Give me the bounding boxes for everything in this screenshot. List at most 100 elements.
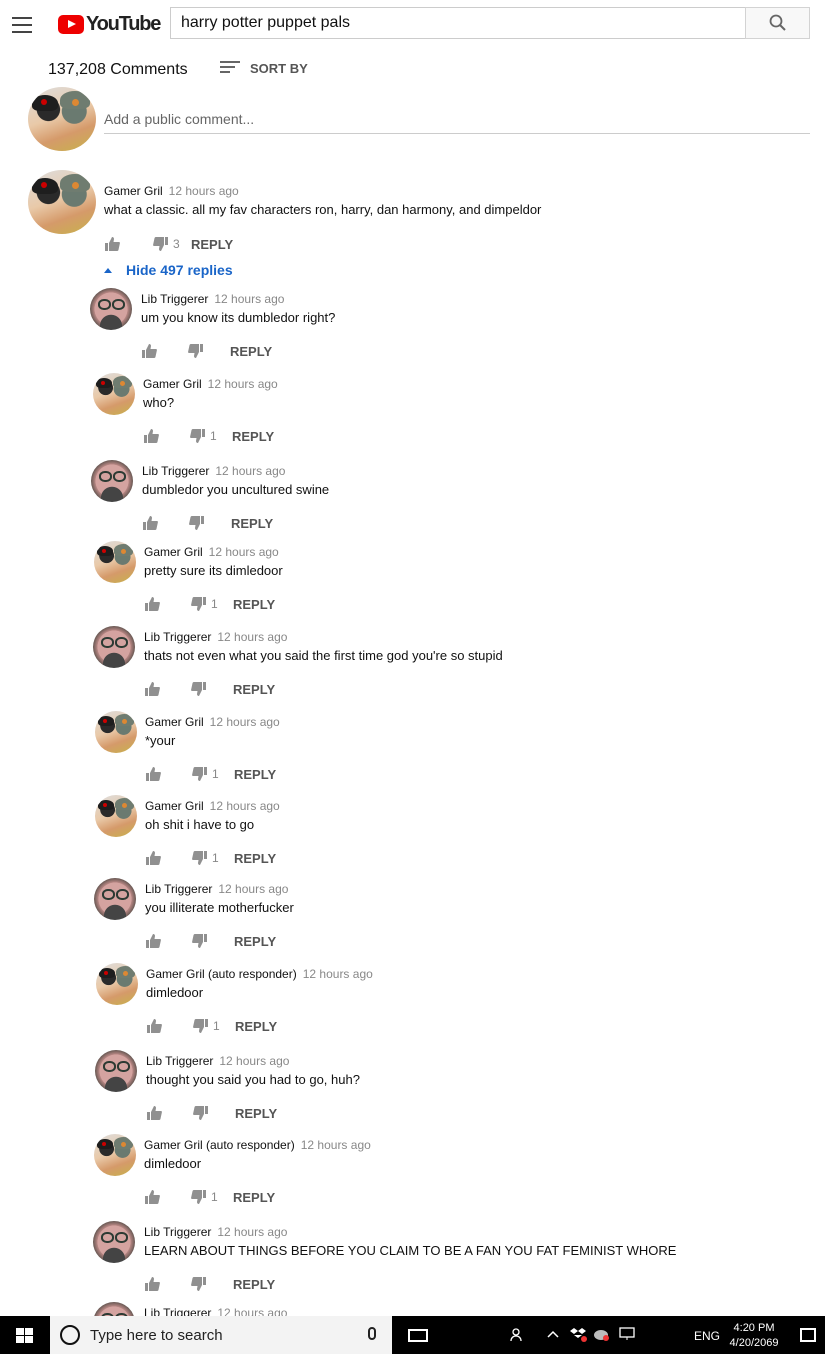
comment-author[interactable]: Lib Triggerer 12 hours ago <box>144 630 287 644</box>
windows-icon[interactable] <box>16 1328 33 1344</box>
comment-author[interactable]: Gamer Gril 12 hours ago <box>145 799 280 813</box>
reply-button[interactable]: REPLY <box>235 1019 277 1034</box>
network-status-icon[interactable] <box>593 1326 611 1345</box>
comment-author[interactable]: Lib Triggerer 12 hours ago <box>145 882 288 896</box>
thumbs-up-icon[interactable] <box>146 1019 162 1033</box>
reply-button[interactable]: REPLY <box>234 934 276 949</box>
dropbox-icon[interactable] <box>570 1326 588 1345</box>
avatar[interactable] <box>95 795 137 837</box>
search-input[interactable]: harry potter puppet pals <box>170 7 746 39</box>
comment-time[interactable]: 12 hours ago <box>219 1054 289 1068</box>
thumbs-down-icon[interactable] <box>191 597 207 611</box>
add-comment-field[interactable]: Add a public comment... <box>104 108 810 134</box>
comment-time[interactable]: 12 hours ago <box>209 545 279 559</box>
author-name[interactable]: Gamer Gril <box>145 799 204 813</box>
author-name[interactable]: Gamer Gril <box>143 377 202 391</box>
thumbs-up-icon[interactable] <box>141 344 157 358</box>
language-indicator[interactable]: ENG <box>694 1329 720 1343</box>
search-button[interactable] <box>745 7 810 39</box>
comment-time[interactable]: 12 hours ago <box>215 464 285 478</box>
thumbs-up-icon[interactable] <box>104 237 120 251</box>
thumbs-down-icon[interactable] <box>153 237 169 251</box>
comment-author[interactable]: Gamer Gril 12 hours ago <box>144 545 279 559</box>
author-name[interactable]: Lib Triggerer <box>142 464 209 478</box>
hamburger-icon[interactable] <box>12 17 32 33</box>
comment-time[interactable]: 12 hours ago <box>217 630 287 644</box>
author-name[interactable]: Lib Triggerer <box>146 1054 213 1068</box>
reply-button[interactable]: REPLY <box>233 1190 275 1205</box>
hide-replies-button[interactable]: Hide 497 replies <box>104 262 233 278</box>
comment-author[interactable]: Lib Triggerer 12 hours ago <box>144 1225 287 1239</box>
thumbs-down-icon[interactable] <box>192 934 208 948</box>
comment-time[interactable]: 12 hours ago <box>218 882 288 896</box>
thumbs-down-icon[interactable] <box>189 516 205 530</box>
comment-time[interactable]: 12 hours ago <box>303 967 373 981</box>
author-name[interactable]: Lib Triggerer <box>145 882 212 896</box>
thumbs-up-icon[interactable] <box>144 1190 160 1204</box>
sort-by-button[interactable]: SORT BY <box>220 61 308 76</box>
thumbs-down-icon[interactable] <box>191 1277 207 1291</box>
thumbs-down-icon[interactable] <box>193 1106 209 1120</box>
thumbs-down-icon[interactable] <box>191 1190 207 1204</box>
avatar[interactable] <box>94 1134 136 1176</box>
chevron-up-icon[interactable] <box>547 1328 559 1342</box>
comment-author[interactable]: Lib Triggerer 12 hours ago <box>146 1054 289 1068</box>
reply-button[interactable]: REPLY <box>191 237 233 252</box>
comment-author[interactable]: Gamer Gril (auto responder) 12 hours ago <box>144 1138 371 1152</box>
thumbs-up-icon[interactable] <box>143 429 159 443</box>
microphone-icon[interactable] <box>368 1327 376 1340</box>
comment-time[interactable]: 12 hours ago <box>210 799 280 813</box>
avatar[interactable] <box>94 541 136 583</box>
avatar[interactable] <box>93 626 135 668</box>
avatar[interactable] <box>90 288 132 330</box>
avatar[interactable] <box>96 963 138 1005</box>
comment-author[interactable]: Lib Triggerer 12 hours ago <box>142 464 285 478</box>
thumbs-down-icon[interactable] <box>190 429 206 443</box>
comment-author[interactable]: Gamer Gril 12 hours ago <box>145 715 280 729</box>
thumbs-down-icon[interactable] <box>188 344 204 358</box>
notification-icon[interactable] <box>800 1328 816 1342</box>
youtube-logo[interactable]: YouTube <box>58 13 161 36</box>
thumbs-up-icon[interactable] <box>144 597 160 611</box>
taskbar-search[interactable]: Type here to search <box>50 1316 392 1354</box>
author-name[interactable]: Gamer Gril <box>145 715 204 729</box>
task-view-icon[interactable] <box>408 1329 428 1342</box>
display-icon[interactable] <box>618 1326 636 1345</box>
reply-button[interactable]: REPLY <box>233 1277 275 1292</box>
author-name[interactable]: Lib Triggerer <box>144 1225 211 1239</box>
comment-time[interactable]: 12 hours ago <box>301 1138 371 1152</box>
author-name[interactable]: Lib Triggerer <box>141 292 208 306</box>
reply-button[interactable]: REPLY <box>233 682 275 697</box>
thumbs-down-icon[interactable] <box>192 767 208 781</box>
comment-time[interactable]: 12 hours ago <box>217 1225 287 1239</box>
author-name[interactable]: Gamer Gril (auto responder) <box>144 1138 295 1152</box>
avatar[interactable] <box>93 373 135 415</box>
thumbs-up-icon[interactable] <box>145 767 161 781</box>
avatar[interactable] <box>91 460 133 502</box>
thumbs-up-icon[interactable] <box>142 516 158 530</box>
author-name[interactable]: Gamer Gril (auto responder) <box>146 967 297 981</box>
author-name[interactable]: Lib Triggerer <box>144 630 211 644</box>
thumbs-down-icon[interactable] <box>191 682 207 696</box>
reply-button[interactable]: REPLY <box>235 1106 277 1121</box>
reply-button[interactable]: REPLY <box>233 597 275 612</box>
author-name[interactable]: Gamer Gril <box>144 545 203 559</box>
thumbs-up-icon[interactable] <box>145 851 161 865</box>
avatar[interactable] <box>95 711 137 753</box>
user-avatar[interactable] <box>28 87 96 151</box>
reply-button[interactable]: REPLY <box>230 344 272 359</box>
thumbs-down-icon[interactable] <box>193 1019 209 1033</box>
thumbs-up-icon[interactable] <box>145 934 161 948</box>
reply-button[interactable]: REPLY <box>234 851 276 866</box>
avatar[interactable] <box>28 170 96 234</box>
avatar[interactable] <box>95 1050 137 1092</box>
thumbs-up-icon[interactable] <box>144 682 160 696</box>
reply-button[interactable]: REPLY <box>232 429 274 444</box>
comment-time[interactable]: 12 hours ago <box>210 715 280 729</box>
reply-button[interactable]: REPLY <box>231 516 273 531</box>
thumbs-up-icon[interactable] <box>144 1277 160 1291</box>
thumbs-down-icon[interactable] <box>192 851 208 865</box>
comment-author[interactable]: Gamer Gril 12 hours ago <box>104 184 239 198</box>
clock[interactable]: 4:20 PM 4/20/2069 <box>728 1321 780 1351</box>
reply-button[interactable]: REPLY <box>234 767 276 782</box>
